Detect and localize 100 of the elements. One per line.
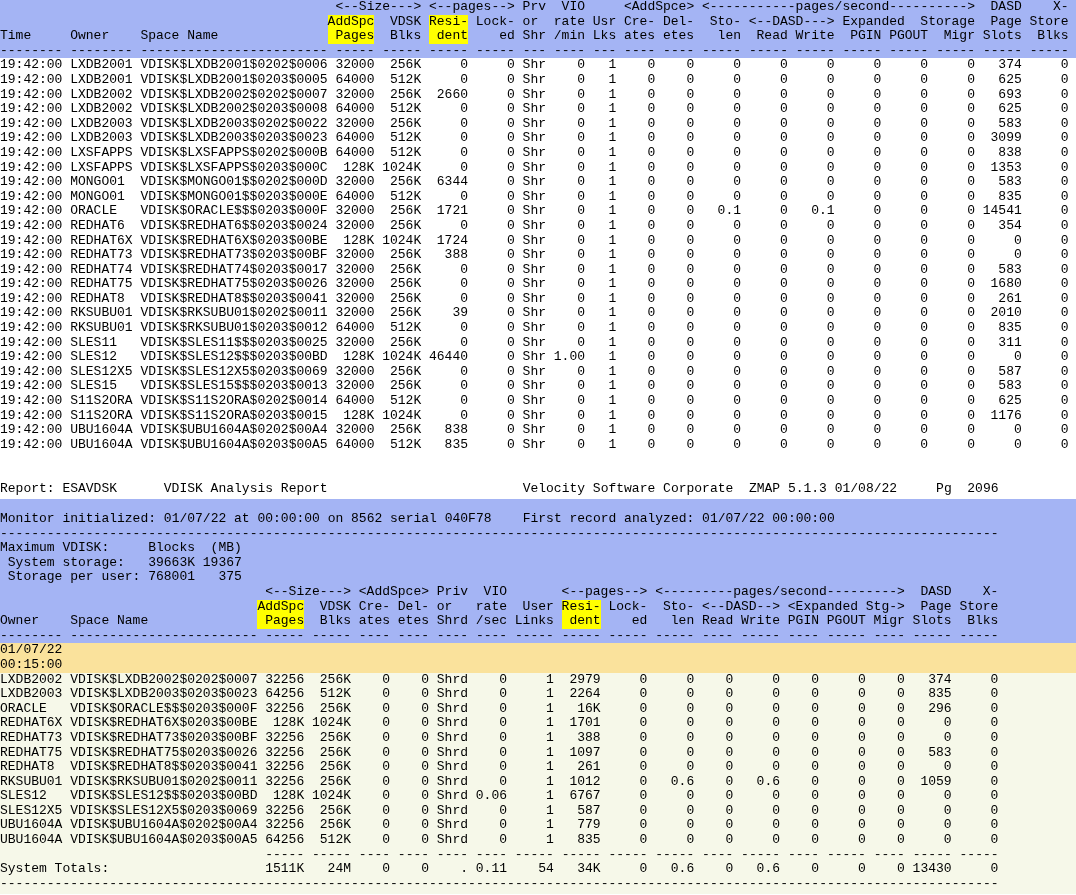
table-cell-text: 0	[825, 437, 835, 453]
table-cell-text: 0	[872, 131, 882, 146]
table-cell-text: 0	[459, 145, 468, 161]
table-cell-text: 0	[646, 408, 656, 424]
column-header: User Links	[514, 599, 554, 629]
table-cell-text: 0	[1059, 379, 1069, 395]
table-cell-text: 0	[872, 408, 882, 424]
table-cell: LXDB2001	[70, 58, 133, 73]
table-cell: 32000	[335, 306, 375, 322]
table-cell-text: 0	[459, 218, 468, 234]
table-cell-text: 0	[966, 189, 975, 205]
interval-date: 01/07/22	[0, 643, 64, 658]
table-cell: VDISK$REDHAT74$0203$0017	[140, 262, 328, 278]
table-cell: 32000	[335, 335, 375, 351]
table-cell-text: 0	[966, 233, 975, 249]
table-cell-text: 0	[724, 745, 734, 761]
storage-label: Storage per user:	[6, 570, 141, 585]
table-cell-text: 1	[607, 364, 617, 380]
table-cell-text: 1353	[989, 160, 1022, 176]
table-cell-text: 0	[778, 306, 788, 322]
table-cell-text: 0.1	[810, 204, 835, 219]
table-cell-text: 0	[506, 189, 515, 205]
table-cell-text: 0	[420, 672, 429, 688]
table-cell-text: 0	[1059, 306, 1069, 322]
table-cell-text: 0	[732, 364, 741, 380]
table-cell-text: 0	[498, 803, 507, 819]
table-cell-text: 0	[1059, 189, 1069, 205]
table-cell-text: 0	[966, 379, 975, 395]
table-cell-text: 0	[919, 364, 929, 380]
table-cell-text: 0	[1059, 87, 1069, 103]
table-cell-text: 0	[989, 789, 999, 804]
table-cell-text: 0	[810, 774, 819, 790]
table-cell-text: 0	[646, 160, 656, 176]
table-cell-text: 583	[997, 379, 1022, 395]
table-cell-text: 0	[942, 730, 952, 746]
table-cell-text: 0	[638, 789, 648, 804]
table-cell-text: 0	[825, 335, 835, 351]
table-cell-text: 0	[732, 218, 741, 234]
table-cell: 19:42:00	[0, 248, 63, 263]
table-cell: UBU1604A	[70, 423, 133, 438]
table-cell-text: 0	[896, 789, 905, 804]
table-cell-text: SLES12	[0, 789, 48, 804]
table-cell-text: 0	[685, 145, 695, 161]
table-cell-text: 0	[919, 218, 929, 234]
table-cell-text: 512K	[389, 131, 422, 146]
table-cell-text: 587	[576, 803, 601, 819]
table-cell-text: 261	[576, 760, 601, 775]
table-cell-text: 0	[646, 291, 656, 307]
table-cell: REDHAT73	[70, 248, 133, 263]
table-cell: Shrd	[436, 716, 468, 731]
table-cell-text: 0	[1059, 394, 1069, 409]
table-cell-text: 0	[646, 189, 656, 205]
table-cell-text: 0	[872, 437, 882, 453]
table-cell-text: 0	[966, 116, 975, 132]
table-cell-text: 0	[810, 716, 819, 731]
table-cell-text: 512K	[389, 102, 422, 117]
table-cell-text: 0	[646, 175, 656, 190]
table-cell-text: 0	[732, 379, 741, 395]
table-cell-text: 1	[607, 306, 617, 322]
table-cell-text: 0	[732, 58, 741, 73]
table-cell-text: 0	[919, 437, 929, 453]
table-cell-text: 296	[927, 701, 952, 717]
table-cell-text: 0	[942, 803, 952, 819]
table-cell: VDISK$REDHAT6$$0203$0024	[140, 218, 328, 234]
table-cell-text: 256K	[318, 803, 351, 819]
table-cell-text: 0	[825, 394, 835, 409]
table-cell: Shrd	[436, 730, 468, 746]
table-cell-text: 0	[825, 321, 835, 336]
dash-rule: ----- ----- ---- ---- ---- ---- ----- ----- ----- ----- ---- ----- ---- ----- ---- ----- -----	[265, 847, 999, 863]
table-cell-text: 1	[607, 72, 617, 88]
table-cell-text: 0	[825, 87, 835, 103]
table-cell-text: 625	[997, 394, 1022, 409]
column-header: Lock- ed	[475, 14, 515, 44]
table-cell-text: 0	[576, 87, 585, 103]
table-cell: VDISK$UBU1604A$0202$00A4	[140, 423, 328, 438]
table-cell-text: 0	[459, 277, 468, 292]
table-cell: 19:42:00	[0, 102, 63, 117]
table-cell-text: 0	[646, 364, 656, 380]
table-cell-text: 0	[420, 760, 429, 775]
table-cell-text: 0	[459, 408, 468, 424]
table-cell: Shrd	[436, 818, 468, 834]
table-cell-text: 0	[576, 204, 585, 219]
table-cell-text: 0	[771, 672, 780, 688]
table-cell-text: 0	[685, 350, 695, 365]
table-cell-text: 0	[857, 818, 866, 834]
table-cell-text: 0	[732, 175, 741, 190]
column-header: Migr	[943, 29, 975, 44]
table-cell-text: 0	[459, 160, 468, 176]
table-cell-text: 1	[607, 350, 617, 365]
table-cell-text: 0	[646, 116, 656, 132]
table-cell-text: 0	[420, 687, 429, 702]
column-header: Usr Lks	[592, 14, 617, 44]
table-cell: 1024K	[382, 233, 422, 249]
table-cell-text: 256K	[389, 204, 422, 219]
table-cell-text: 0	[576, 116, 585, 132]
table-cell-text: 0	[459, 262, 468, 278]
table-cell: VDISK$SLES12X5$0203$0069	[140, 364, 328, 380]
table-cell-text: 0	[506, 306, 515, 322]
storage-label: Maximum VDISK:	[0, 541, 111, 556]
table-cell-text: 0	[872, 423, 882, 438]
